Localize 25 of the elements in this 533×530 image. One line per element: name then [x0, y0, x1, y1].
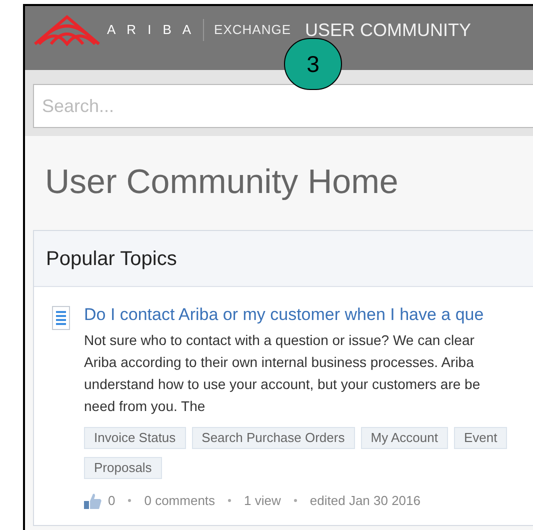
tag-chip[interactable]: Invoice Status	[84, 427, 186, 449]
like-count: 0	[108, 492, 116, 510]
tag-chip[interactable]: Search Purchase Orders	[192, 427, 355, 449]
logo-icon	[33, 14, 101, 46]
edited-date: edited Jan 30 2016	[310, 492, 421, 510]
brand-name: A R I B A	[107, 21, 196, 40]
topic-excerpt-line: Ariba according to their own internal business processes. Ariba	[84, 353, 475, 372]
tag-chip[interactable]: My Account	[360, 427, 448, 449]
topic-excerpt-line: need from you. The	[84, 397, 206, 416]
tag-chip[interactable]: Proposals	[84, 457, 162, 479]
search-field[interactable]: Search...	[33, 84, 533, 128]
separator-dot-icon	[128, 499, 132, 502]
document-icon	[52, 306, 70, 330]
tag-chip[interactable]: Event	[454, 427, 508, 449]
comment-count: 0 comments	[144, 492, 216, 510]
page-title: User Community Home	[45, 162, 400, 202]
separator-dot-icon	[228, 499, 232, 502]
topic-excerpt-line: Not sure who to contact with a question or issue? We can clear	[84, 331, 476, 350]
thumbs-up-icon[interactable]	[84, 492, 102, 509]
separator-dot-icon	[294, 499, 297, 502]
card-title: Popular Topics	[46, 246, 177, 272]
topic-link[interactable]: Do I contact Ariba or my customer when I have a que	[84, 305, 508, 325]
topic-excerpt-line: understand how to use your account, but your customers are be	[84, 375, 482, 394]
view-count: 1 view	[244, 492, 281, 510]
product-name: EXCHANGE	[214, 21, 291, 40]
